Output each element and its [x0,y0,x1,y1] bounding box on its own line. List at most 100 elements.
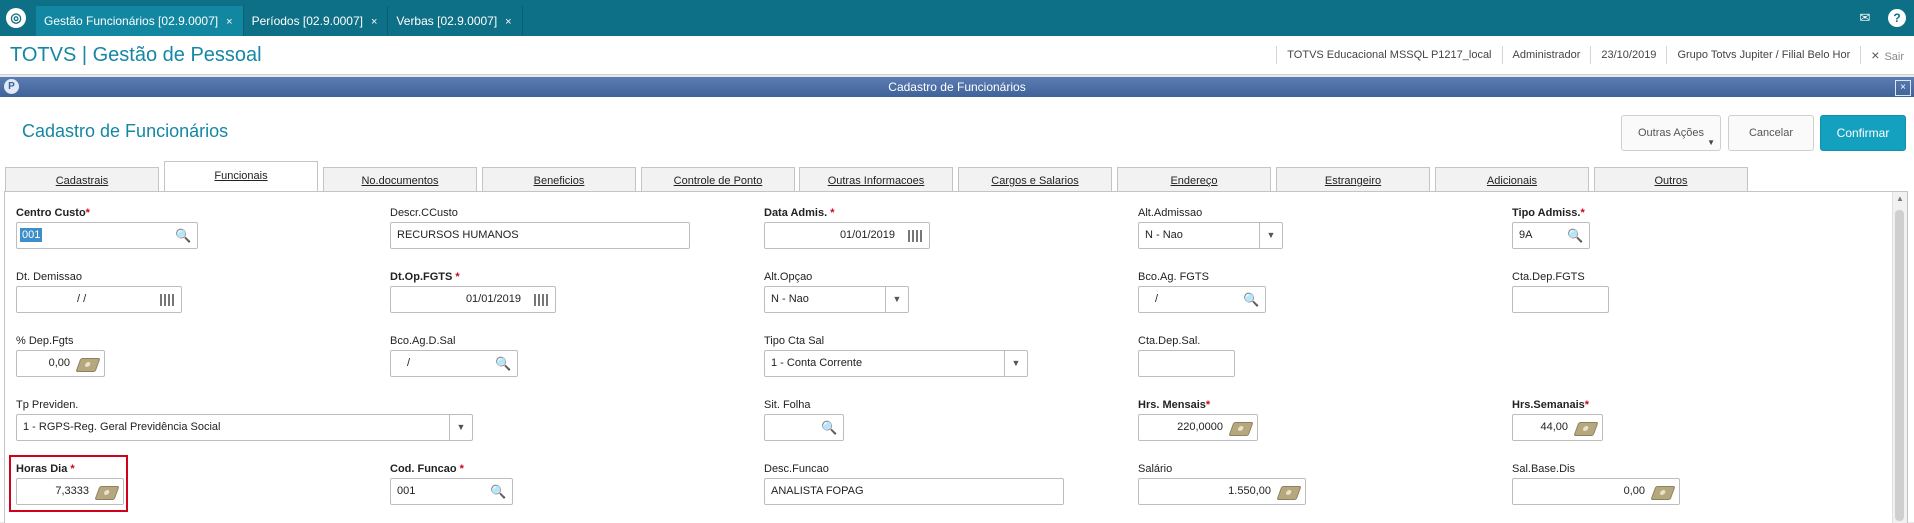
search-icon[interactable]: 🔍 [1567,228,1583,244]
data-admis-label: Data Admis. * [764,207,835,219]
app-tab-verbas[interactable]: Verbas [02.9.0007] × [388,6,523,36]
centro-custo-label: Centro Custo* [16,207,90,219]
horas-dia-label: Horas Dia * [16,463,75,475]
tab-outros[interactable]: Outros [1594,167,1748,191]
search-icon[interactable]: 🔍 [175,228,191,244]
cod-funcao-input[interactable]: 001 🔍 [390,478,513,505]
tp-previden-select[interactable]: 1 - RGPS-Reg. Geral Previdência Social ▼ [16,414,473,441]
tipo-cta-sal-select[interactable]: 1 - Conta Corrente ▼ [764,350,1028,377]
tab-outras-informacoes[interactable]: Outras Informacoes [799,167,953,191]
vertical-scrollbar[interactable]: ▲ [1892,192,1907,523]
bco-ag-d-sal-input[interactable]: / 🔍 [390,350,518,377]
cancel-button[interactable]: Cancelar [1728,115,1814,151]
tab-endereco[interactable]: Endereço [1117,167,1271,191]
dialog-window-title: Cadastro de Funcionários [888,80,1026,94]
page-title: Cadastro de Funcionários [22,121,229,141]
hrs-semanais-label: Hrs.Semanais* [1512,399,1590,411]
company-label[interactable]: Grupo Totvs Jupiter / Filial Belo Hor [1666,46,1860,64]
alt-admissao-select[interactable]: N - Nao ▼ [1138,222,1283,249]
cod-funcao-label: Cod. Funcao * [390,463,464,475]
chevron-down-icon[interactable]: ▼ [1259,223,1282,248]
salario-input[interactable]: 1.550,00 [1138,478,1306,505]
tipo-admis-label: Tipo Admiss.* [1512,207,1585,219]
search-icon[interactable]: 🔍 [490,484,506,500]
chevron-down-icon[interactable]: ▼ [449,415,472,440]
cta-dep-sal-label: Cta.Dep.Sal. [1138,335,1201,347]
tipo-admis-input[interactable]: 9A 🔍 [1512,222,1590,249]
environment-label: TOTVS Educacional MSSQL P1217_local [1276,46,1501,64]
money-icon[interactable] [1650,486,1676,500]
money-icon[interactable] [1573,422,1599,436]
tab-cargos-e-salarios[interactable]: Cargos e Salarios [958,167,1112,191]
descr-ccusto-input[interactable]: RECURSOS HUMANOS [390,222,690,249]
chevron-down-icon[interactable]: ▼ [885,287,908,312]
money-icon[interactable] [75,358,101,372]
search-icon[interactable]: 🔍 [495,356,511,372]
help-icon[interactable]: ? [1888,9,1906,27]
cta-dep-fgts-label: Cta.Dep.FGTS [1512,271,1585,283]
alt-admissao-label: Alt.Admissao [1138,207,1203,219]
dt-demissao-input[interactable]: / / [16,286,182,313]
tab-beneficios[interactable]: Beneficios [482,167,636,191]
confirm-button[interactable]: Confirmar [1820,115,1906,151]
search-icon[interactable]: 🔍 [821,420,837,436]
hrs-semanais-input[interactable]: 44,00 [1512,414,1603,441]
money-icon[interactable] [1276,486,1302,500]
totvs-logo-icon[interactable]: ◎ [6,8,26,28]
dt-op-fgts-input[interactable]: 01/01/2019 [390,286,556,313]
app-tabs: Gestão Funcionários [02.9.0007] × Período… [36,6,523,36]
search-icon[interactable]: 🔍 [1243,292,1259,308]
form-tabs: Cadastrais Funcionais No.documentos Bene… [0,161,1914,191]
hrs-mensais-input[interactable]: 220,0000 [1138,414,1258,441]
scroll-up-icon[interactable]: ▲ [1896,194,1904,203]
calendar-icon[interactable] [908,230,924,242]
logout-button[interactable]: × Sair [1860,46,1914,64]
tp-previden-label: Tp Previden. [16,399,79,411]
tab-controle-de-ponto[interactable]: Controle de Ponto [641,167,795,191]
hrs-mensais-label: Hrs. Mensais* [1138,399,1211,411]
alt-opcao-select[interactable]: N - Nao ▼ [764,286,909,313]
salario-label: Salário [1138,463,1173,475]
bco-ag-fgts-input[interactable]: / 🔍 [1138,286,1266,313]
pct-dep-fgts-label: % Dep.Fgts [16,335,74,347]
tab-cadastrais[interactable]: Cadastrais [5,167,159,191]
desc-funcao-input[interactable]: ANALISTA FOPAG [764,478,1064,505]
bco-ag-fgts-label: Bco.Ag. FGTS [1138,271,1209,283]
sit-folha-input[interactable]: 🔍 [764,414,844,441]
sit-folha-label: Sit. Folha [764,399,811,411]
sal-base-dis-label: Sal.Base.Dis [1512,463,1575,475]
dt-op-fgts-label: Dt.Op.FGTS * [390,271,460,283]
bco-ag-d-sal-label: Bco.Ag.D.Sal [390,335,456,347]
cta-dep-sal-input[interactable] [1138,350,1235,377]
data-admis-input[interactable]: 01/01/2019 [764,222,930,249]
sal-base-dis-input[interactable]: 0,00 [1512,478,1680,505]
app-tab-periodos[interactable]: Períodos [02.9.0007] × [244,6,389,36]
user-label: Administrador [1501,46,1591,64]
money-icon[interactable] [94,486,120,500]
top-bar: ◎ Gestão Funcionários [02.9.0007] × Perío… [0,0,1914,36]
tab-adicionais[interactable]: Adicionais [1435,167,1589,191]
dialog-titlebar: P Cadastro de Funcionários × [0,77,1914,97]
pct-dep-fgts-input[interactable]: 0,00 [16,350,105,377]
horas-dia-input[interactable]: 7,3333 [16,478,124,505]
close-icon[interactable]: × [226,16,232,28]
employee-dialog: P Cadastro de Funcionários × Cadastro de… [0,77,1914,523]
app-tab-gestao-funcionarios[interactable]: Gestão Funcionários [02.9.0007] × [36,6,244,36]
close-icon[interactable]: × [1895,80,1911,96]
chevron-down-icon[interactable]: ▼ [1004,351,1027,376]
calendar-icon[interactable] [534,294,550,306]
app-title: TOTVS | Gestão de Pessoal [10,44,262,66]
descr-ccusto-label: Descr.CCusto [390,207,458,219]
other-actions-button[interactable]: Outras Ações ▼ [1621,115,1721,151]
centro-custo-input[interactable]: 001 🔍 [16,222,198,249]
close-icon[interactable]: × [505,16,511,28]
cta-dep-fgts-input[interactable] [1512,286,1609,313]
tab-no-documentos[interactable]: No.documentos [323,167,477,191]
scroll-thumb[interactable] [1895,210,1904,521]
tab-funcionais[interactable]: Funcionais [164,161,318,191]
tab-estrangeiro[interactable]: Estrangeiro [1276,167,1430,191]
mail-icon[interactable]: ✉ [1856,9,1874,27]
calendar-icon[interactable] [160,294,176,306]
close-icon[interactable]: × [371,16,377,28]
money-icon[interactable] [1228,422,1254,436]
